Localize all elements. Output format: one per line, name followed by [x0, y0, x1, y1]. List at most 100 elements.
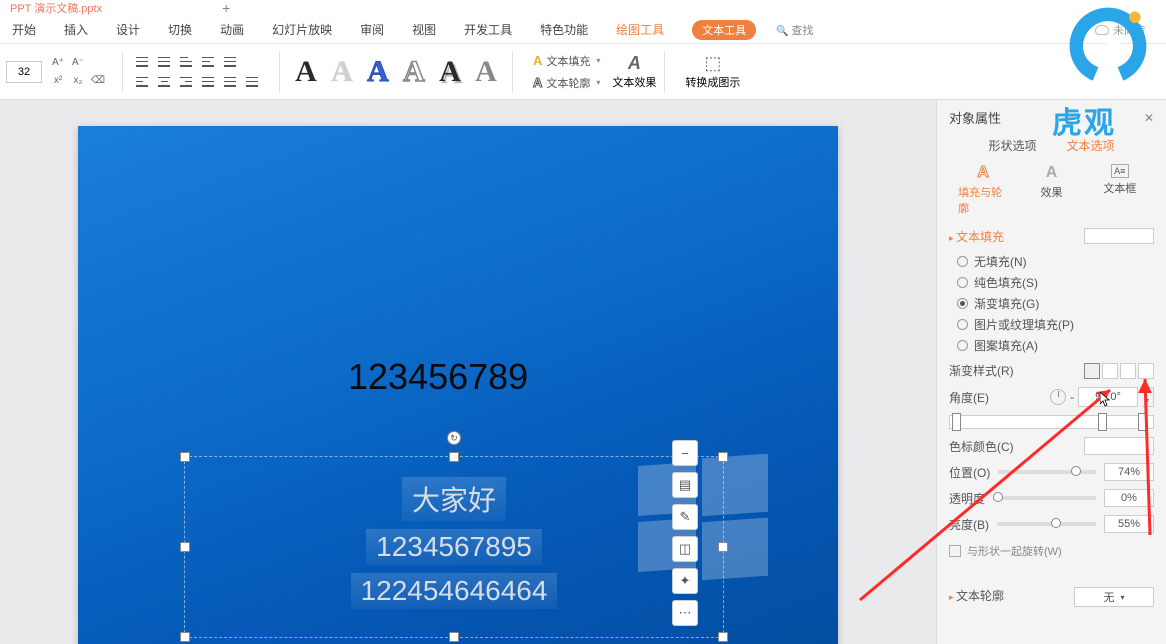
numbering-icon[interactable] [154, 53, 174, 71]
text-direction-icon[interactable] [242, 73, 262, 91]
slide-text-1[interactable]: 123456789 [348, 356, 528, 398]
resize-handle-mr[interactable] [718, 542, 728, 552]
decrease-font-icon[interactable]: A⁻ [69, 55, 87, 71]
text-fill-dropdown[interactable]: A 文本填充 ▾ [533, 50, 600, 72]
collapse-float-icon[interactable]: − [672, 440, 698, 466]
outline-select[interactable]: 无 ▾ [1074, 587, 1154, 607]
text-outline-dropdown[interactable]: A 文本轮廓 ▾ [533, 72, 600, 94]
gradient-stop-3[interactable] [1138, 413, 1147, 431]
font-size-input[interactable]: 32 [6, 61, 42, 83]
menu-start[interactable]: 开始 [12, 21, 36, 38]
superscript-icon[interactable]: x² [49, 73, 67, 89]
bullets-icon[interactable] [132, 53, 152, 71]
search-box[interactable]: 查找 [776, 22, 813, 38]
align-justify-icon[interactable] [198, 73, 218, 91]
document-tab[interactable]: PPT 演示文稿.pptx [10, 0, 102, 16]
radio-gradient-fill[interactable]: 渐变填充(G) [957, 295, 1154, 312]
increase-font-icon[interactable]: A⁺ [49, 55, 67, 71]
gradient-stop-1[interactable] [952, 413, 961, 431]
menu-view[interactable]: 视图 [412, 21, 436, 38]
magic-icon[interactable]: ✦ [672, 568, 698, 594]
transparency-slider[interactable] [993, 496, 1096, 500]
radio-solid-fill[interactable]: 纯色填充(S) [957, 274, 1154, 291]
section-text-fill[interactable]: 文本填充 [949, 228, 1154, 245]
gradient-stops-slider[interactable] [949, 415, 1154, 429]
radio-picture-fill[interactable]: 图片或纹理填充(P) [957, 316, 1154, 333]
resize-handle-bm[interactable] [449, 632, 459, 642]
align-center-icon[interactable] [154, 73, 174, 91]
resize-handle-tr[interactable] [718, 452, 728, 462]
brightness-slider[interactable] [997, 522, 1096, 526]
stop-color-row: 色标颜色(C) [949, 437, 1154, 455]
textbox-line-3[interactable]: 122454646464 [351, 573, 558, 609]
columns-icon[interactable] [220, 73, 240, 91]
angle-dial[interactable] [1050, 389, 1066, 405]
wordart-style-4[interactable]: A [396, 55, 432, 89]
menu-text-tools[interactable]: 文本工具 [692, 20, 756, 40]
menu-slideshow[interactable]: 幻灯片放映 [272, 21, 332, 38]
grad-dir-3[interactable] [1120, 363, 1136, 379]
textbox-line-2[interactable]: 1234567895 [366, 529, 542, 565]
wordart-style-1[interactable]: A [288, 55, 324, 89]
text-effect-button[interactable]: A 文本效果 [612, 53, 656, 90]
transparency-value[interactable]: 0% [1104, 489, 1154, 507]
align-left-icon[interactable] [132, 73, 152, 91]
grad-dir-4[interactable] [1138, 363, 1154, 379]
section-text-outline[interactable]: 文本轮廓 无 ▾ [949, 587, 1154, 604]
resize-handle-tm[interactable] [449, 452, 459, 462]
textbox-line-1[interactable]: 大家好 [402, 477, 506, 521]
menu-devtools[interactable]: 开发工具 [464, 21, 512, 38]
indent-right-icon[interactable] [198, 53, 218, 71]
line-spacing-icon[interactable] [220, 53, 240, 71]
menu-drawing-tools[interactable]: 绘图工具 [616, 21, 664, 38]
slide[interactable]: 123456789 ↻ 大家好 1234567895 122454646464 [78, 126, 838, 644]
position-value[interactable]: 74% [1104, 463, 1154, 481]
layers-icon[interactable]: ▤ [672, 472, 698, 498]
menu-animation[interactable]: 动画 [220, 21, 244, 38]
rotate-handle[interactable]: ↻ [447, 431, 461, 445]
resize-handle-br[interactable] [718, 632, 728, 642]
crop-icon[interactable]: ◫ [672, 536, 698, 562]
gradient-direction-presets [1084, 363, 1154, 379]
selected-text-box[interactable]: ↻ 大家好 1234567895 122454646464 [184, 456, 724, 638]
menu-insert[interactable]: 插入 [64, 21, 88, 38]
edit-icon[interactable]: ✎ [672, 504, 698, 530]
brightness-value[interactable]: 55% [1104, 515, 1154, 533]
subtab-fill-outline[interactable]: A 填充与轮廓 [958, 164, 1008, 216]
rotate-with-shape-row[interactable]: 与形状一起旋转(W) [949, 543, 1154, 559]
resize-handle-bl[interactable] [180, 632, 190, 642]
gradient-stop-2[interactable] [1098, 413, 1107, 431]
tab-shape-options[interactable]: 形状选项 [988, 137, 1036, 154]
menu-features[interactable]: 特色功能 [540, 21, 588, 38]
wordart-style-3[interactable]: A [360, 55, 396, 89]
indent-left-icon[interactable] [176, 53, 196, 71]
wordart-style-2[interactable]: A [324, 55, 360, 89]
wordart-style-5[interactable]: A [432, 55, 468, 89]
stop-color-swatch[interactable] [1084, 437, 1154, 455]
align-right-icon[interactable] [176, 73, 196, 91]
slide-canvas[interactable]: 123456789 ↻ 大家好 1234567895 122454646464 … [0, 100, 936, 644]
angle-spinner[interactable]: ▴▾ [1142, 387, 1154, 407]
more-icon[interactable]: ⋯ [672, 600, 698, 626]
outline-none-label: 无 [1103, 589, 1114, 605]
position-slider[interactable] [998, 470, 1096, 474]
position-row: 位置(O) 74% [949, 463, 1154, 481]
subtab-textbox[interactable]: A≡ 文本框 [1095, 164, 1145, 216]
new-tab-button[interactable]: + [222, 0, 230, 16]
radio-pattern-fill[interactable]: 图案填充(A) [957, 337, 1154, 354]
menu-review[interactable]: 审阅 [360, 21, 384, 38]
grad-dir-1[interactable] [1084, 363, 1100, 379]
fill-preview-swatch[interactable] [1084, 228, 1154, 244]
resize-handle-tl[interactable] [180, 452, 190, 462]
wordart-style-6[interactable]: A [468, 55, 504, 89]
menu-design[interactable]: 设计 [116, 21, 140, 38]
convert-to-diagram-button[interactable]: ⬚ 转换成图示 [685, 53, 740, 90]
menu-transition[interactable]: 切换 [168, 21, 192, 38]
clear-format-icon[interactable]: ⌫ [89, 73, 107, 89]
subtab-effect[interactable]: A 效果 [1026, 164, 1076, 216]
subscript-icon[interactable]: x₂ [69, 73, 87, 89]
checkbox-icon[interactable] [949, 545, 961, 557]
resize-handle-ml[interactable] [180, 542, 190, 552]
radio-no-fill[interactable]: 无填充(N) [957, 253, 1154, 270]
grad-dir-2[interactable] [1102, 363, 1118, 379]
